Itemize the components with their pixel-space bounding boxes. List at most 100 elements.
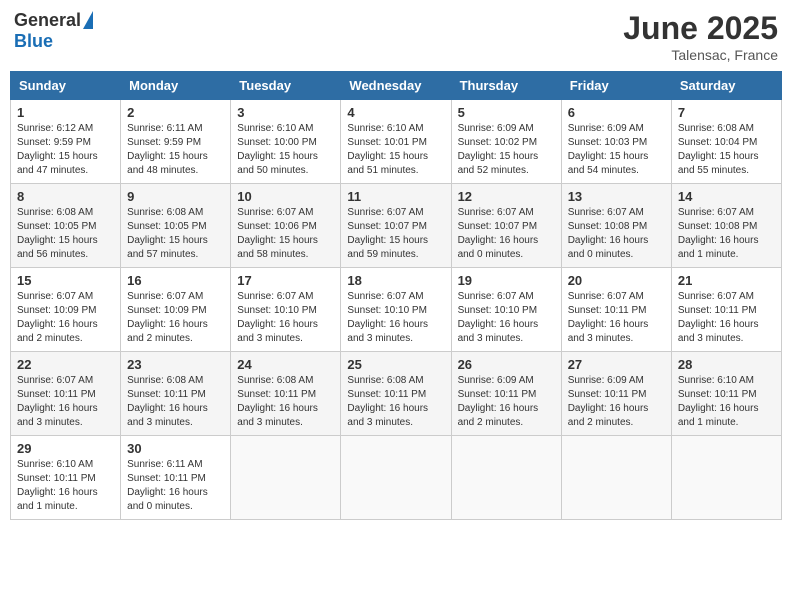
day-info: Sunrise: 6:08 AM Sunset: 10:11 PM Daylig… <box>127 374 224 430</box>
day-number: 12 <box>458 189 555 204</box>
calendar-cell: 27 Sunrise: 6:09 AM Sunset: 10:11 PM Dayl… <box>561 352 671 436</box>
day-info: Sunrise: 6:08 AM Sunset: 10:05 PM Daylig… <box>17 206 114 262</box>
day-number: 14 <box>678 189 775 204</box>
title-area: June 2025 Talensac, France <box>623 10 778 63</box>
day-info: Sunrise: 6:07 AM Sunset: 10:11 PM Daylig… <box>568 290 665 346</box>
day-info: Sunrise: 6:10 AM Sunset: 10:11 PM Daylig… <box>678 374 775 430</box>
calendar-cell: 3 Sunrise: 6:10 AM Sunset: 10:00 PM Dayli… <box>231 100 341 184</box>
day-number: 25 <box>347 357 444 372</box>
calendar-cell: 21Sunrise: 6:07 AM Sunset: 10:11 PM Dayl… <box>671 268 781 352</box>
calendar-cell: 10 Sunrise: 6:07 AM Sunset: 10:06 PM Dayl… <box>231 184 341 268</box>
day-info: Sunrise: 6:08 AM Sunset: 10:04 PM Daylig… <box>678 122 775 178</box>
logo-blue-text: Blue <box>14 31 53 52</box>
day-number: 3 <box>237 105 334 120</box>
calendar-cell: 30 Sunrise: 6:11 AM Sunset: 10:11 PM Dayl… <box>121 436 231 520</box>
day-info: Sunrise: 6:10 AM Sunset: 10:11 PM Daylig… <box>17 458 114 514</box>
day-number: 20 <box>568 273 665 288</box>
day-number: 23 <box>127 357 224 372</box>
day-info: Sunrise: 6:07 AM Sunset: 10:06 PM Daylig… <box>237 206 334 262</box>
day-number: 29 <box>17 441 114 456</box>
calendar-cell: 11Sunrise: 6:07 AM Sunset: 10:07 PM Dayl… <box>341 184 451 268</box>
logo-triangle-icon <box>83 11 93 29</box>
weekday-header-row: SundayMondayTuesdayWednesdayThursdayFrid… <box>11 72 782 100</box>
calendar-cell <box>671 436 781 520</box>
weekday-header-sunday: Sunday <box>11 72 121 100</box>
day-info: Sunrise: 6:07 AM Sunset: 10:09 PM Daylig… <box>127 290 224 346</box>
calendar-week-5: 29 Sunrise: 6:10 AM Sunset: 10:11 PM Dayl… <box>11 436 782 520</box>
calendar-week-1: 1Sunrise: 6:12 AM Sunset: 9:59 PM Daylig… <box>11 100 782 184</box>
calendar-cell <box>561 436 671 520</box>
day-number: 4 <box>347 105 444 120</box>
day-number: 30 <box>127 441 224 456</box>
calendar-table: SundayMondayTuesdayWednesdayThursdayFrid… <box>10 71 782 520</box>
day-info: Sunrise: 6:07 AM Sunset: 10:11 PM Daylig… <box>17 374 114 430</box>
day-info: Sunrise: 6:07 AM Sunset: 10:08 PM Daylig… <box>568 206 665 262</box>
weekday-header-friday: Friday <box>561 72 671 100</box>
day-info: Sunrise: 6:11 AM Sunset: 9:59 PM Dayligh… <box>127 122 224 178</box>
calendar-cell: 24Sunrise: 6:08 AM Sunset: 10:11 PM Dayl… <box>231 352 341 436</box>
calendar-cell: 15 Sunrise: 6:07 AM Sunset: 10:09 PM Dayl… <box>11 268 121 352</box>
day-info: Sunrise: 6:12 AM Sunset: 9:59 PM Dayligh… <box>17 122 114 178</box>
day-info: Sunrise: 6:07 AM Sunset: 10:08 PM Daylig… <box>678 206 775 262</box>
day-info: Sunrise: 6:09 AM Sunset: 10:11 PM Daylig… <box>568 374 665 430</box>
calendar-cell: 16 Sunrise: 6:07 AM Sunset: 10:09 PM Dayl… <box>121 268 231 352</box>
calendar-week-2: 8 Sunrise: 6:08 AM Sunset: 10:05 PM Dayli… <box>11 184 782 268</box>
calendar-cell: 28 Sunrise: 6:10 AM Sunset: 10:11 PM Dayl… <box>671 352 781 436</box>
calendar-cell: 9Sunrise: 6:08 AM Sunset: 10:05 PM Dayli… <box>121 184 231 268</box>
day-number: 7 <box>678 105 775 120</box>
logo: General Blue <box>14 10 93 52</box>
day-number: 21 <box>678 273 775 288</box>
logo-general-text: General <box>14 10 81 31</box>
day-info: Sunrise: 6:11 AM Sunset: 10:11 PM Daylig… <box>127 458 224 514</box>
calendar-cell: 12 Sunrise: 6:07 AM Sunset: 10:07 PM Dayl… <box>451 184 561 268</box>
day-number: 9 <box>127 189 224 204</box>
calendar-cell: 6 Sunrise: 6:09 AM Sunset: 10:03 PM Dayli… <box>561 100 671 184</box>
weekday-header-thursday: Thursday <box>451 72 561 100</box>
day-number: 8 <box>17 189 114 204</box>
day-number: 27 <box>568 357 665 372</box>
day-number: 17 <box>237 273 334 288</box>
header: General Blue June 2025 Talensac, France <box>10 10 782 63</box>
day-info: Sunrise: 6:07 AM Sunset: 10:10 PM Daylig… <box>347 290 444 346</box>
month-title: June 2025 <box>623 10 778 47</box>
day-info: Sunrise: 6:07 AM Sunset: 10:09 PM Daylig… <box>17 290 114 346</box>
day-number: 18 <box>347 273 444 288</box>
calendar-cell <box>341 436 451 520</box>
calendar-cell: 19Sunrise: 6:07 AM Sunset: 10:10 PM Dayl… <box>451 268 561 352</box>
day-info: Sunrise: 6:08 AM Sunset: 10:11 PM Daylig… <box>347 374 444 430</box>
calendar-cell <box>451 436 561 520</box>
calendar-cell: 23 Sunrise: 6:08 AM Sunset: 10:11 PM Dayl… <box>121 352 231 436</box>
day-info: Sunrise: 6:07 AM Sunset: 10:07 PM Daylig… <box>347 206 444 262</box>
calendar-cell: 26 Sunrise: 6:09 AM Sunset: 10:11 PM Dayl… <box>451 352 561 436</box>
location-label: Talensac, France <box>623 47 778 63</box>
day-number: 26 <box>458 357 555 372</box>
calendar-header: SundayMondayTuesdayWednesdayThursdayFrid… <box>11 72 782 100</box>
calendar-cell: 25 Sunrise: 6:08 AM Sunset: 10:11 PM Dayl… <box>341 352 451 436</box>
day-info: Sunrise: 6:07 AM Sunset: 10:07 PM Daylig… <box>458 206 555 262</box>
day-info: Sunrise: 6:07 AM Sunset: 10:10 PM Daylig… <box>458 290 555 346</box>
day-info: Sunrise: 6:10 AM Sunset: 10:00 PM Daylig… <box>237 122 334 178</box>
day-info: Sunrise: 6:07 AM Sunset: 10:10 PM Daylig… <box>237 290 334 346</box>
day-number: 16 <box>127 273 224 288</box>
day-info: Sunrise: 6:08 AM Sunset: 10:11 PM Daylig… <box>237 374 334 430</box>
calendar-cell: 13Sunrise: 6:07 AM Sunset: 10:08 PM Dayl… <box>561 184 671 268</box>
day-number: 10 <box>237 189 334 204</box>
day-info: Sunrise: 6:09 AM Sunset: 10:02 PM Daylig… <box>458 122 555 178</box>
calendar-cell: 14 Sunrise: 6:07 AM Sunset: 10:08 PM Dayl… <box>671 184 781 268</box>
calendar-cell: 20 Sunrise: 6:07 AM Sunset: 10:11 PM Dayl… <box>561 268 671 352</box>
day-number: 28 <box>678 357 775 372</box>
calendar-cell: 18 Sunrise: 6:07 AM Sunset: 10:10 PM Dayl… <box>341 268 451 352</box>
calendar-body: 1Sunrise: 6:12 AM Sunset: 9:59 PM Daylig… <box>11 100 782 520</box>
calendar-week-4: 22Sunrise: 6:07 AM Sunset: 10:11 PM Dayl… <box>11 352 782 436</box>
calendar-cell: 2Sunrise: 6:11 AM Sunset: 9:59 PM Daylig… <box>121 100 231 184</box>
day-info: Sunrise: 6:09 AM Sunset: 10:11 PM Daylig… <box>458 374 555 430</box>
weekday-header-wednesday: Wednesday <box>341 72 451 100</box>
day-info: Sunrise: 6:09 AM Sunset: 10:03 PM Daylig… <box>568 122 665 178</box>
day-number: 6 <box>568 105 665 120</box>
weekday-header-tuesday: Tuesday <box>231 72 341 100</box>
calendar-cell: 22Sunrise: 6:07 AM Sunset: 10:11 PM Dayl… <box>11 352 121 436</box>
calendar-cell: 8 Sunrise: 6:08 AM Sunset: 10:05 PM Dayli… <box>11 184 121 268</box>
calendar-cell: 7 Sunrise: 6:08 AM Sunset: 10:04 PM Dayli… <box>671 100 781 184</box>
day-number: 15 <box>17 273 114 288</box>
calendar-cell: 1Sunrise: 6:12 AM Sunset: 9:59 PM Daylig… <box>11 100 121 184</box>
